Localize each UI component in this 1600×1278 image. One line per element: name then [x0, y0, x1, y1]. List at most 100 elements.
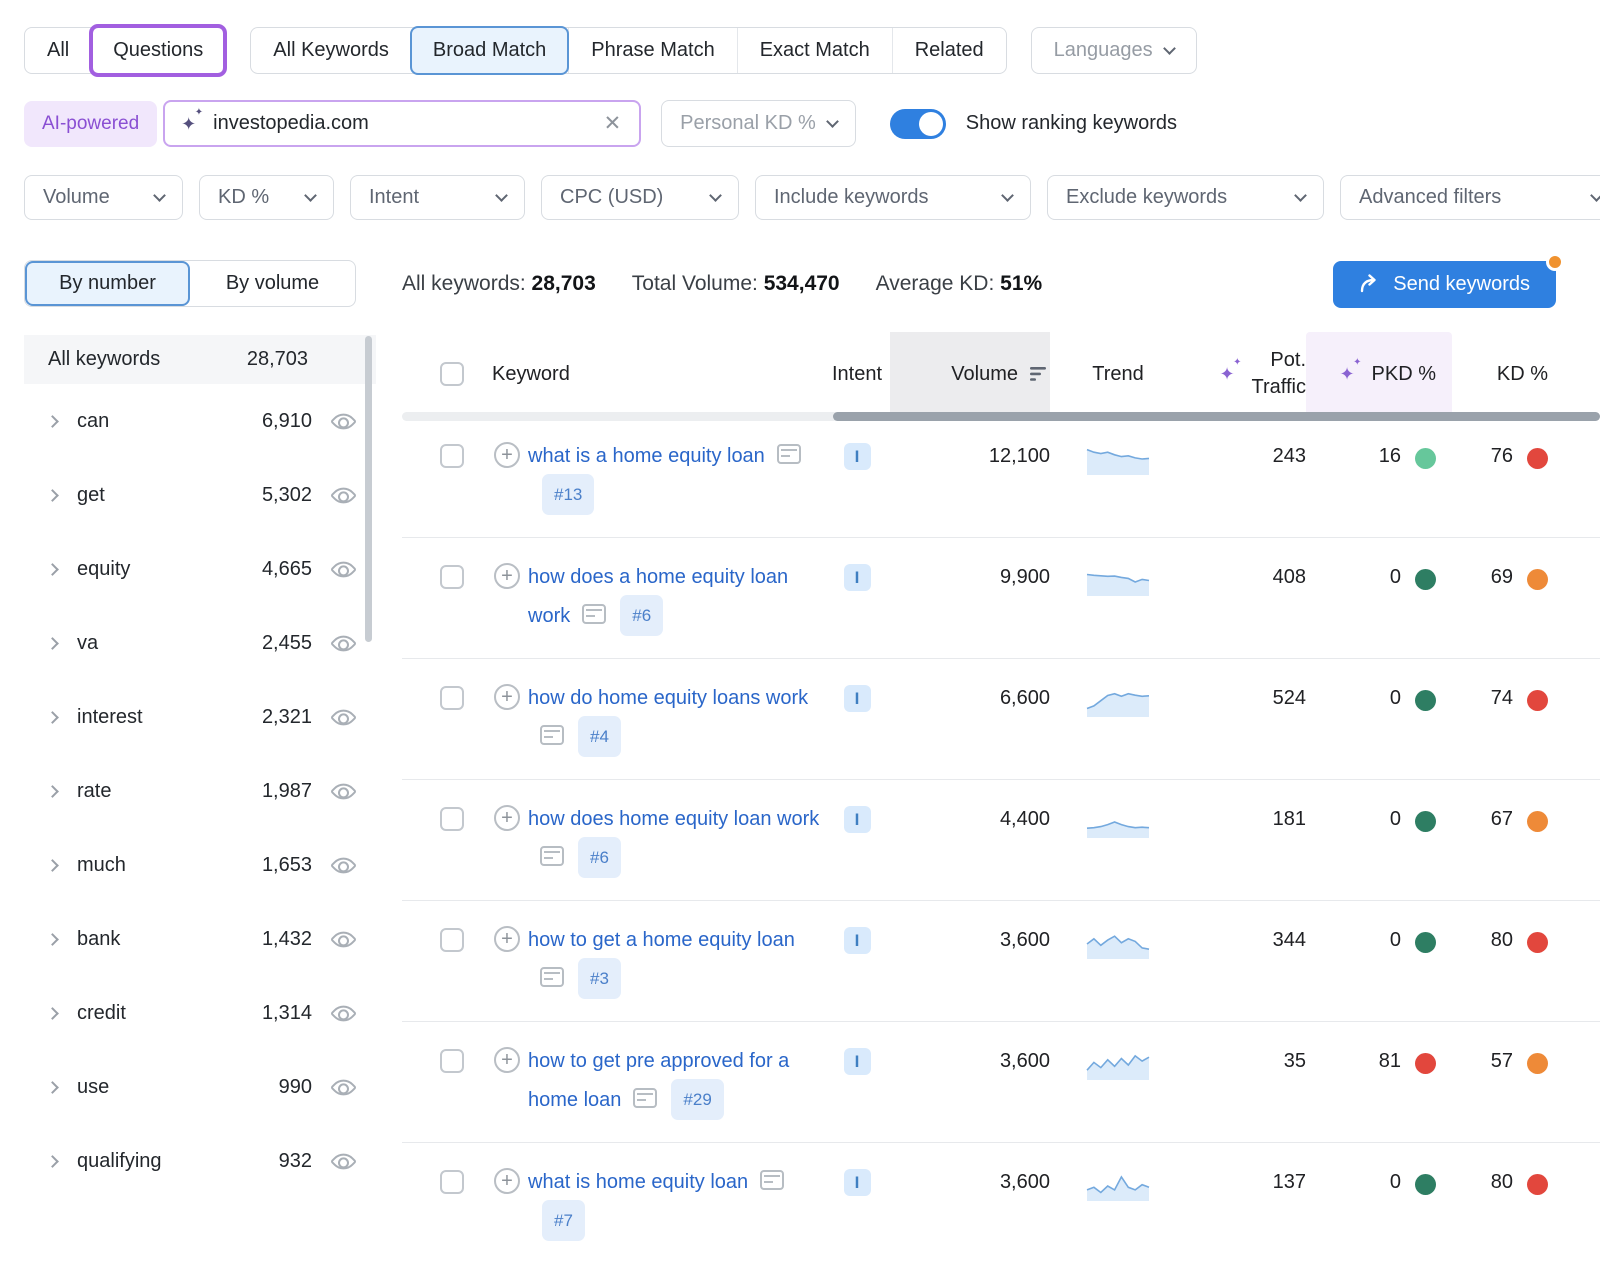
chevron-right-icon[interactable] [46, 711, 59, 724]
chevron-right-icon[interactable] [46, 1155, 59, 1168]
row-checkbox[interactable] [440, 444, 464, 468]
row-checkbox[interactable] [440, 807, 464, 831]
sort-descending-icon[interactable] [1030, 366, 1050, 382]
clear-search-icon[interactable]: ✕ [602, 111, 624, 136]
search-input[interactable] [213, 112, 589, 135]
eye-icon[interactable] [330, 556, 356, 582]
serp-features-icon[interactable] [582, 604, 606, 624]
sidebar-group-much[interactable]: much 1,653 [24, 828, 376, 902]
chevron-right-icon[interactable] [46, 1007, 59, 1020]
sidebar-group-interest[interactable]: interest 2,321 [24, 680, 376, 754]
eye-icon[interactable] [330, 482, 356, 508]
chevron-right-icon[interactable] [46, 563, 59, 576]
kd-dot [1527, 932, 1548, 953]
serp-features-icon[interactable] [633, 1088, 657, 1108]
by-volume-button[interactable]: By volume [190, 261, 355, 306]
sidebar-group-qualifying[interactable]: qualifying 932 [24, 1124, 376, 1198]
add-keyword-icon[interactable]: + [494, 563, 520, 589]
personal-kd-dropdown[interactable]: Personal KD % [661, 100, 856, 147]
send-keywords-button[interactable]: Send keywords [1333, 261, 1556, 308]
row-checkbox[interactable] [440, 928, 464, 952]
sidebar-group-equity[interactable]: equity 4,665 [24, 532, 376, 606]
add-keyword-icon[interactable]: + [494, 1047, 520, 1073]
tab-all[interactable]: All [25, 28, 91, 73]
tab-broad-match[interactable]: Broad Match [410, 26, 569, 75]
add-keyword-icon[interactable]: + [494, 805, 520, 831]
sidebar-scrollbar[interactable] [365, 336, 372, 642]
keyword-link[interactable]: how do home equity loans work [528, 687, 808, 709]
eye-icon[interactable] [330, 630, 356, 656]
column-pot-traffic[interactable]: Pot.Traffic [1252, 347, 1306, 401]
eye-icon[interactable] [330, 1000, 356, 1026]
sidebar-group-bank[interactable]: bank 1,432 [24, 902, 376, 976]
kd-filter[interactable]: KD % [199, 175, 334, 220]
row-checkbox[interactable] [440, 1170, 464, 1194]
eye-icon[interactable] [330, 1074, 356, 1100]
keyword-link[interactable]: how to get pre approved for a home loan [528, 1050, 789, 1111]
add-keyword-icon[interactable]: + [494, 1168, 520, 1194]
tab-all-keywords[interactable]: All Keywords [251, 28, 411, 73]
row-checkbox[interactable] [440, 686, 464, 710]
pkd-dot [1415, 932, 1436, 953]
serp-features-icon[interactable] [540, 725, 564, 745]
exclude-keywords-filter[interactable]: Exclude keywords [1047, 175, 1324, 220]
add-keyword-icon[interactable]: + [494, 684, 520, 710]
cpc-filter[interactable]: CPC (USD) [541, 175, 739, 220]
toggle-label: Show ranking keywords [966, 112, 1177, 135]
chevron-right-icon[interactable] [46, 415, 59, 428]
eye-icon[interactable] [330, 408, 356, 434]
add-keyword-icon[interactable]: + [494, 442, 520, 468]
keyword-link[interactable]: how does home equity loan work [528, 808, 819, 830]
serp-features-icon[interactable] [540, 967, 564, 987]
eye-icon[interactable] [330, 852, 356, 878]
include-keywords-filter[interactable]: Include keywords [755, 175, 1031, 220]
serp-features-icon[interactable] [777, 444, 801, 464]
column-pkd[interactable]: PKD % [1372, 363, 1436, 386]
eye-icon[interactable] [330, 778, 356, 804]
column-volume[interactable]: Volume [951, 363, 1018, 386]
chevron-right-icon[interactable] [46, 637, 59, 650]
tab-exact-match[interactable]: Exact Match [737, 28, 892, 73]
sidebar-group-credit[interactable]: credit 1,314 [24, 976, 376, 1050]
serp-features-icon[interactable] [760, 1170, 784, 1190]
languages-dropdown[interactable]: Languages [1031, 27, 1197, 74]
keyword-link[interactable]: how to get a home equity loan [528, 929, 795, 951]
volume-filter[interactable]: Volume [24, 175, 183, 220]
intent-filter[interactable]: Intent [350, 175, 525, 220]
group-list-header[interactable]: All keywords 28,703 [24, 335, 376, 384]
tab-phrase-match[interactable]: Phrase Match [568, 28, 736, 73]
tab-related[interactable]: Related [892, 28, 1006, 73]
keyword-link[interactable]: what is home equity loan [528, 1171, 748, 1193]
keyword-link[interactable]: what is a home equity loan [528, 445, 765, 467]
row-checkbox[interactable] [440, 565, 464, 589]
eye-icon[interactable] [330, 704, 356, 730]
chevron-right-icon[interactable] [46, 1081, 59, 1094]
search-box[interactable]: ✦ ✕ [163, 100, 641, 147]
chevron-right-icon[interactable] [46, 859, 59, 872]
sidebar-group-can[interactable]: can 6,910 [24, 384, 376, 458]
horizontal-scrollbar-thumb[interactable] [833, 412, 1600, 421]
show-ranking-keywords-toggle[interactable] [890, 109, 946, 139]
tab-questions[interactable]: Questions [89, 24, 227, 77]
sidebar-group-rate[interactable]: rate 1,987 [24, 754, 376, 828]
column-keyword[interactable]: Keyword [492, 363, 570, 386]
sidebar-group-use[interactable]: use 990 [24, 1050, 376, 1124]
add-keyword-icon[interactable]: + [494, 926, 520, 952]
chevron-right-icon[interactable] [46, 933, 59, 946]
column-intent[interactable]: Intent [832, 363, 882, 386]
chevron-right-icon[interactable] [46, 489, 59, 502]
chevron-right-icon[interactable] [46, 785, 59, 798]
eye-icon[interactable] [330, 926, 356, 952]
sidebar-group-get[interactable]: get 5,302 [24, 458, 376, 532]
row-checkbox[interactable] [440, 1049, 464, 1073]
column-kd[interactable]: KD % [1497, 363, 1548, 386]
kd-value: 69 [1491, 566, 1513, 590]
advanced-filters[interactable]: Advanced filters [1340, 175, 1600, 220]
intent-badge: I [844, 564, 871, 591]
eye-icon[interactable] [330, 1148, 356, 1174]
sidebar-group-va[interactable]: va 2,455 [24, 606, 376, 680]
select-all-checkbox[interactable] [440, 362, 464, 386]
column-trend[interactable]: Trend [1092, 363, 1144, 386]
by-number-button[interactable]: By number [25, 261, 190, 306]
serp-features-icon[interactable] [540, 846, 564, 866]
